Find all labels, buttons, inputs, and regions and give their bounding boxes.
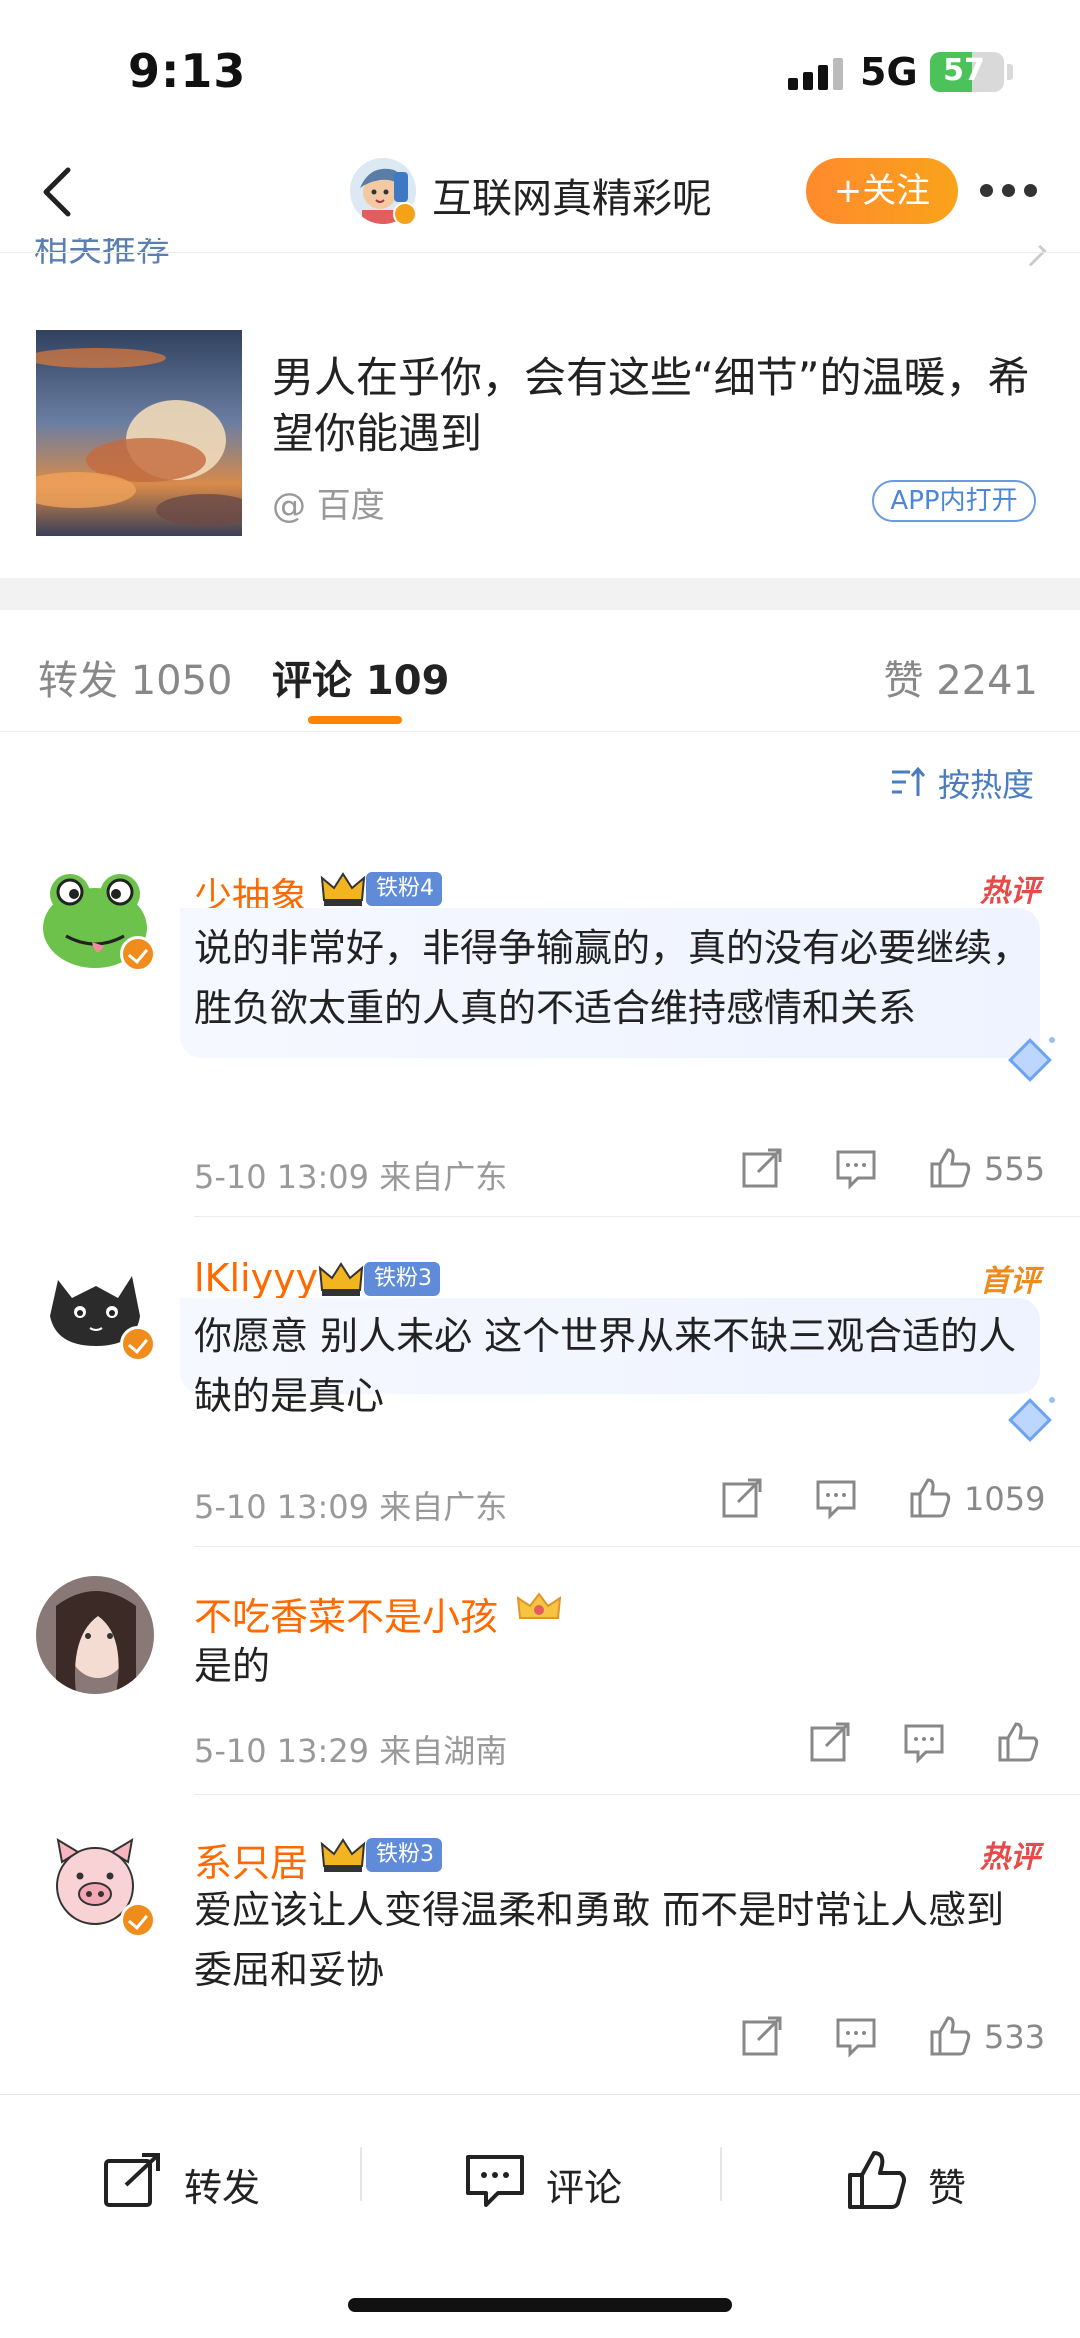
share-icon[interactable] [740,1146,784,1190]
repost-icon [104,2153,160,2207]
crown-icon [318,1262,364,1296]
comment-item: 系只居 铁粉3 热评 爱应该让人变得温柔和勇敢 而不是时常让人感到委屈和妥协 5… [0,1822,1080,2094]
battery-icon: 57 [930,52,1004,92]
verified-badge-icon [120,1902,156,1938]
recommendation-title[interactable]: 男人在乎你，会有这些“细节”的温暖，希望你能遇到 [272,350,1032,462]
comment-divider [194,1794,1080,1795]
comment-actions: 533 [740,2014,1045,2066]
commenter-name[interactable]: 系只居 [194,1832,308,1887]
tab-reposts[interactable]: 转发 1050 [38,648,233,706]
verified-badge-icon [393,202,417,226]
comment-divider [194,1216,1080,1217]
tab-comments[interactable]: 评论 109 [272,648,449,706]
comment-icon[interactable] [814,1476,858,1520]
battery-tip [1007,64,1013,80]
battery-level: 57 [943,53,985,88]
comment-meta: 5-10 13:29 来自湖南 [194,1732,508,1770]
nav-divider [0,252,1080,253]
share-icon[interactable] [740,2014,784,2058]
repost-label: 转发 [184,2166,261,2210]
commenter-name[interactable]: 不吃香菜不是小孩 [194,1586,498,1641]
like-count: 1059 [964,1480,1046,1518]
home-indicator[interactable] [348,2298,732,2312]
commenter-name[interactable]: lKliyyy [194,1256,318,1300]
comment-item: lKliyyy 铁粉3 首评 你愿意 别人未必 这个世界从来不缺三观合适的人 缺… [0,1246,1080,1547]
comment-meta: 5-10 13:09 来自广东 [194,1488,508,1526]
bottom-separator [360,2147,362,2201]
like-icon[interactable] [928,2014,972,2058]
comment-button[interactable]: 评论 [464,2145,664,2215]
comment-actions: 555 [740,1146,1045,1198]
comment-icon[interactable] [902,1720,946,1764]
share-icon[interactable] [808,1720,852,1764]
recommendation-thumbnail[interactable] [36,330,242,536]
comment-text[interactable]: 说的非常好，非得争输赢的，真的没有必要继续，胜负欲太重的人真的不适合维持感情和关… [194,918,1034,1038]
comment-text[interactable]: 你愿意 别人未必 这个世界从来不缺三观合适的人 缺的是真心 [194,1306,1034,1426]
interaction-tabs: 转发 1050 评论 109 赞 2241 [0,610,1080,732]
sort-icon [892,766,926,796]
diamond-sparkle-icon [1008,1037,1055,1082]
like-count: 533 [984,2018,1046,2056]
hot-comment-badge: 热评 [980,1840,1040,1875]
bottom-separator [720,2147,722,2201]
like-icon[interactable] [928,1146,972,1190]
first-comment-badge: 首评 [980,1264,1040,1299]
open-in-app-button[interactable]: APP内打开 [872,480,1036,522]
fan-level-badge: 铁粉3 [366,1838,442,1872]
tab-likes[interactable]: 赞 2241 [883,648,1038,706]
back-arrow-icon[interactable] [28,160,92,224]
diamond-sparkle-icon [1008,1397,1055,1442]
comment-divider [194,1546,1080,1547]
comment-item: 少抽象 铁粉4 热评 说的非常好，非得争输赢的，真的没有必要继续，胜负欲太重的人… [0,856,1080,1217]
sunset-clouds-image [36,330,242,536]
related-header: 相关推荐 [34,238,170,270]
crown-icon [320,872,366,906]
commenter-avatar[interactable] [36,1576,154,1694]
like-icon [848,2151,906,2209]
like-count: 555 [984,1150,1046,1188]
recommendation-source: @ 百度 [272,486,385,526]
recommendation-card[interactable]: 男人在乎你，会有这些“细节”的温暖，希望你能遇到 @ 百度 APP内打开 [0,300,1080,580]
girl-photo-avatar-icon [36,1576,154,1694]
comment-item: 不吃香菜不是小孩 是的 5-10 13:29 来自湖南 [0,1576,1080,1795]
share-icon[interactable] [720,1476,764,1520]
verified-badge-icon [120,1326,156,1362]
like-icon[interactable] [996,1720,1040,1764]
comment-icon[interactable] [834,2014,878,2058]
active-tab-indicator [308,716,402,724]
repost-button[interactable]: 转发 [102,2145,302,2215]
follow-button[interactable]: +关注 [806,158,958,224]
crown-icon [320,1838,366,1872]
like-icon[interactable] [908,1476,952,1520]
verified-badge-icon [120,936,156,972]
comment-label: 评论 [546,2166,623,2210]
comment-actions: 1059 [720,1476,1045,1528]
comment-text[interactable]: 爱应该让人变得温柔和勇敢 而不是时常让人感到委屈和妥协 [194,1880,1034,2000]
status-bar: 9:13 5G 57 [0,0,1080,140]
comment-actions [808,1720,1040,1772]
top-nav: 互联网真精彩呢 +关注 [0,140,1080,252]
more-options-icon[interactable] [980,184,1040,200]
network-type: 5G [860,50,918,94]
crown-icon [516,1592,562,1619]
status-time: 9:13 [128,44,247,98]
like-label: 赞 [928,2166,967,2210]
comment-meta: 5-10 13:09 来自广东 [194,1158,508,1196]
section-separator [0,578,1080,610]
like-button[interactable]: 赞 [846,2145,1006,2215]
fan-level-badge: 铁粉3 [364,1262,440,1296]
sort-label: 按热度 [938,766,1035,804]
signal-icon [788,58,844,90]
comment-icon [466,2155,524,2207]
author-name[interactable]: 互联网真精彩呢 [432,166,712,224]
hot-comment-badge: 热评 [980,874,1040,909]
comment-icon[interactable] [834,1146,878,1190]
fan-level-badge: 铁粉4 [366,872,442,906]
comment-text[interactable]: 是的 [194,1636,1034,1696]
